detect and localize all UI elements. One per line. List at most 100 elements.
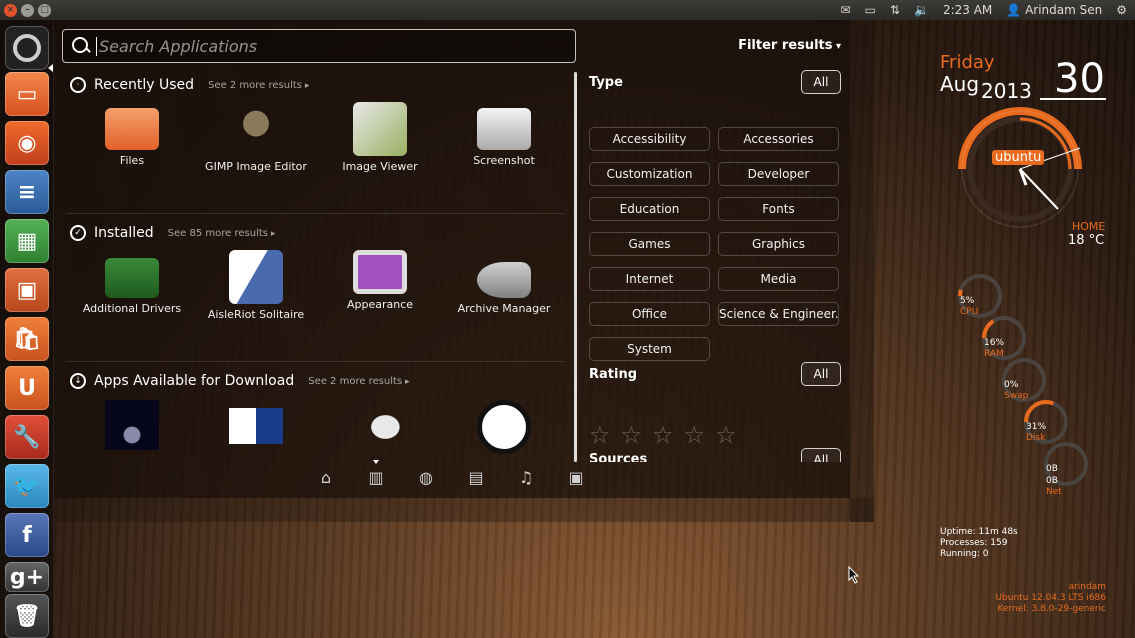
app-tile[interactable]: Appearance — [318, 250, 442, 321]
type-filter-button[interactable]: Customization — [589, 162, 710, 186]
social-lens-icon[interactable]: ◍ — [416, 468, 436, 488]
os-version-text: Ubuntu 12.04.3 LTS i686 — [995, 593, 1106, 603]
username-text: arindam — [1068, 582, 1106, 592]
drivers-icon — [105, 258, 159, 298]
dash: · Recently Used See 2 more results Files… — [54, 20, 850, 498]
category-separator — [66, 361, 564, 362]
dash-border-bottom — [54, 498, 874, 522]
see-more-link[interactable]: See 85 more results — [168, 228, 276, 239]
star-icon[interactable]: ☆ — [621, 423, 643, 447]
type-filter-button[interactable]: System — [589, 337, 710, 361]
filter-results-toggle[interactable]: Filter results — [738, 38, 841, 53]
active-indicator-icon — [48, 64, 53, 72]
files-lens-icon[interactable]: ▤ — [466, 468, 486, 488]
google-plus-launcher-icon[interactable]: g+ — [5, 562, 49, 592]
rating-filter-title: Rating — [589, 367, 638, 382]
app-tile[interactable]: Screenshot — [442, 102, 566, 173]
clock-face-icon — [958, 107, 1082, 228]
volume-icon[interactable]: 🔉 — [914, 3, 929, 17]
gimp-icon — [229, 102, 283, 156]
type-filter-button[interactable]: Developer — [718, 162, 839, 186]
facebook-launcher-icon[interactable]: f — [5, 513, 49, 557]
user-menu[interactable]: 👤 Arindam Sen — [1006, 3, 1102, 17]
software-center-launcher-icon[interactable]: 🛍 — [5, 317, 49, 361]
monitor-icon — [353, 250, 407, 294]
app-tile[interactable]: GIMP Image Editor — [194, 102, 318, 173]
writer-launcher-icon[interactable]: ≡ — [5, 170, 49, 214]
app-label: AisleRiot Solitaire — [207, 308, 305, 321]
category-separator — [66, 213, 564, 214]
search-input[interactable] — [96, 36, 575, 56]
kernel-text: Kernel: 3.8.0-29-generic — [997, 604, 1106, 614]
app-tile[interactable] — [70, 400, 194, 454]
app-label: Files — [119, 154, 145, 167]
gauge-label: CPU — [960, 307, 979, 317]
app-tile[interactable] — [318, 400, 442, 454]
star-icon[interactable]: ☆ — [589, 423, 611, 447]
see-more-link[interactable]: See 2 more results — [308, 376, 409, 387]
user-icon: 👤 — [1006, 3, 1022, 17]
type-filter-button[interactable]: Education — [589, 197, 710, 221]
dash-border-right — [850, 20, 874, 522]
twitter-launcher-icon[interactable]: 🐦 — [5, 464, 49, 508]
dash-home-button[interactable] — [5, 26, 49, 70]
app-tile[interactable] — [194, 400, 318, 454]
category-header: ↓ Apps Available for Download See 2 more… — [70, 370, 570, 392]
trash-launcher-icon[interactable]: 🗑 — [5, 594, 49, 638]
applications-lens-icon[interactable]: ▥ — [366, 460, 386, 488]
type-filter-button[interactable]: Graphics — [718, 232, 839, 256]
app-label: Image Viewer — [342, 160, 418, 173]
close-icon[interactable]: × — [4, 3, 17, 17]
gauge-value: 0% — [1004, 380, 1019, 390]
mail-icon[interactable]: ✉ — [841, 3, 851, 17]
home-lens-icon[interactable]: ⌂ — [316, 468, 336, 488]
video-lens-icon[interactable]: ▣ — [566, 468, 586, 488]
app-tile[interactable]: Archive Manager — [442, 250, 566, 321]
minimize-icon[interactable]: – — [21, 3, 34, 17]
see-more-link[interactable]: See 2 more results — [208, 80, 309, 91]
sources-all-button[interactable]: All — [801, 448, 841, 462]
type-filter-button[interactable]: Fonts — [718, 197, 839, 221]
type-filter-button[interactable]: Games — [589, 232, 710, 256]
maximize-icon[interactable]: □ — [38, 3, 51, 17]
calc-launcher-icon[interactable]: ▦ — [5, 219, 49, 263]
clock-icon: · — [70, 77, 86, 93]
clock[interactable]: 2:23 AM — [943, 3, 992, 17]
impress-launcher-icon[interactable]: ▣ — [5, 268, 49, 312]
rating-all-button[interactable]: All — [801, 362, 841, 386]
category-recently-used: · Recently Used See 2 more results Files… — [70, 74, 570, 173]
conky-date: 30 — [1054, 56, 1105, 102]
results-scrollbar[interactable] — [574, 72, 577, 462]
firefox-launcher-icon[interactable]: ◉ — [5, 121, 49, 165]
search-box[interactable] — [62, 29, 576, 63]
archive-icon — [477, 262, 531, 298]
star-icon[interactable]: ☆ — [652, 423, 674, 447]
settings-launcher-icon[interactable]: 🔧 — [5, 415, 49, 459]
app-tile[interactable]: Image Viewer — [318, 102, 442, 173]
ubuntu-one-launcher-icon[interactable]: U — [5, 366, 49, 410]
app-tile[interactable] — [442, 400, 566, 454]
type-filter-button[interactable]: Internet — [589, 267, 710, 291]
type-filter-button[interactable]: Science & Engineer... — [718, 302, 839, 326]
window-controls: × – □ — [4, 3, 51, 17]
type-filter-button[interactable]: Office — [589, 302, 710, 326]
star-icon[interactable]: ☆ — [684, 423, 706, 447]
gauge-value: 31% — [1026, 422, 1047, 432]
music-lens-icon[interactable]: ♫ — [516, 468, 536, 488]
app-tile[interactable]: Additional Drivers — [70, 250, 194, 321]
network-icon[interactable]: ⇅ — [890, 3, 900, 17]
type-filter-button[interactable]: Media — [718, 267, 839, 291]
star-icon[interactable]: ☆ — [715, 423, 737, 447]
type-all-button[interactable]: All — [801, 70, 841, 94]
gauge-value: 0B — [1046, 476, 1058, 486]
app-tile[interactable]: Files — [70, 102, 194, 173]
conky-date-underline — [1040, 98, 1106, 100]
type-filter-button[interactable]: Accessibility — [589, 127, 710, 151]
type-filter-title: Type — [589, 75, 623, 90]
battery-icon[interactable]: ▭ — [865, 3, 876, 17]
app-list: Additional Drivers AisleRiot Solitaire A… — [70, 250, 570, 321]
files-launcher-icon[interactable]: ▭ — [5, 72, 49, 116]
app-tile[interactable]: AisleRiot Solitaire — [194, 250, 318, 321]
type-filter-button[interactable]: Accessories — [718, 127, 839, 151]
gear-icon[interactable]: ⚙ — [1116, 3, 1127, 17]
